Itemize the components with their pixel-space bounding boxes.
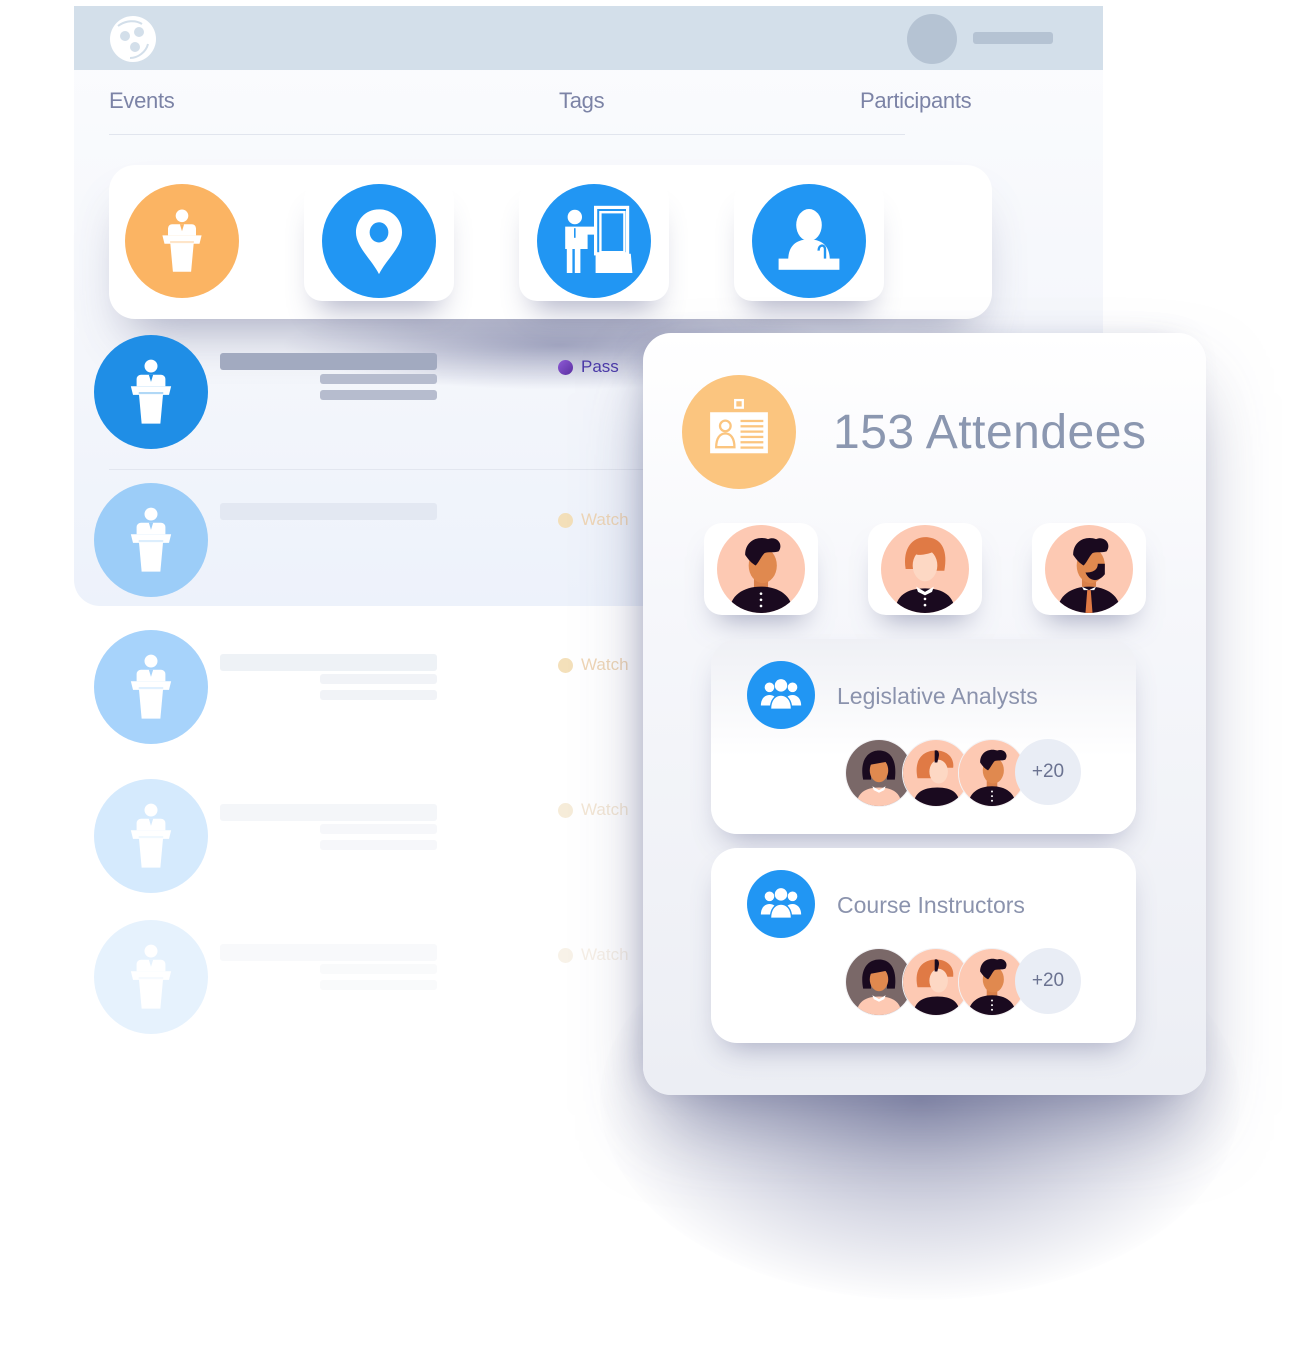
event-meta-placeholder — [320, 980, 437, 990]
status-label: Watch — [581, 945, 629, 964]
event-row-icon[interactable] — [94, 483, 208, 597]
category-desk[interactable] — [734, 181, 884, 301]
status-dot — [558, 657, 573, 673]
man-curly-hair-avatar — [717, 525, 805, 613]
category-location[interactable] — [304, 181, 454, 301]
man-beard-tie-avatar — [1045, 525, 1133, 613]
group-people-icon — [747, 870, 815, 938]
event-row-icon[interactable] — [94, 335, 208, 449]
status-label: Pass — [581, 357, 619, 376]
location-pin-icon — [322, 184, 436, 298]
tab-events[interactable]: Events — [109, 88, 175, 114]
member-avatar-stack[interactable]: +20 — [845, 948, 1085, 1016]
event-title-placeholder — [220, 503, 437, 520]
status-dot — [558, 359, 573, 375]
person-at-desk-microphone-icon — [752, 184, 866, 298]
featured-attendee[interactable] — [704, 523, 818, 615]
more-members-count[interactable]: +20 — [1015, 948, 1081, 1014]
user-avatar[interactable] — [907, 14, 957, 64]
presenter-board-icon — [537, 184, 651, 298]
event-row-icon[interactable] — [94, 920, 208, 1034]
people-circle-logo-icon[interactable] — [108, 14, 158, 64]
event-row-icon[interactable] — [94, 779, 208, 893]
status-badge: Watch — [558, 800, 629, 820]
group-card-legislative-analysts[interactable]: Legislative Analysts +20 — [711, 639, 1136, 834]
event-title-placeholder — [220, 944, 437, 961]
nav-divider — [109, 134, 905, 135]
user-name-placeholder — [973, 32, 1053, 44]
attendees-count-title: 153 Attendees — [833, 406, 1147, 459]
status-label: Watch — [581, 510, 629, 529]
group-people-icon — [747, 661, 815, 729]
status-badge: Watch — [558, 510, 629, 530]
row-divider — [109, 469, 649, 470]
id-badge-icon — [682, 375, 796, 489]
event-meta-placeholder — [320, 674, 437, 684]
woman-red-bob-avatar — [881, 525, 969, 613]
event-meta-placeholder — [320, 840, 437, 850]
podium-speaker-icon — [125, 184, 239, 298]
event-meta-placeholder — [320, 824, 437, 834]
event-meta-placeholder — [320, 690, 437, 700]
status-dot — [558, 947, 573, 963]
status-badge: Pass — [558, 357, 619, 377]
tab-tags[interactable]: Tags — [559, 88, 605, 114]
group-card-course-instructors[interactable]: Course Instructors +20 — [711, 848, 1136, 1043]
event-meta-placeholder — [320, 390, 437, 400]
category-presenter[interactable] — [519, 181, 669, 301]
group-name: Course Instructors — [837, 892, 1025, 918]
status-label: Watch — [581, 800, 629, 819]
event-meta-placeholder — [320, 374, 437, 384]
more-members-count[interactable]: +20 — [1015, 739, 1081, 805]
event-title-placeholder — [220, 804, 437, 821]
event-title-placeholder — [220, 654, 437, 671]
event-row-icon[interactable] — [94, 630, 208, 744]
status-label: Watch — [581, 655, 629, 674]
member-avatar-stack[interactable]: +20 — [845, 739, 1085, 807]
category-podium[interactable] — [125, 184, 239, 298]
event-title-placeholder — [220, 353, 437, 370]
status-dot — [558, 512, 573, 528]
status-badge: Watch — [558, 655, 629, 675]
event-meta-placeholder — [320, 964, 437, 974]
status-badge: Watch — [558, 945, 629, 965]
group-name: Legislative Analysts — [837, 683, 1038, 709]
featured-attendee[interactable] — [1032, 523, 1146, 615]
featured-attendee[interactable] — [868, 523, 982, 615]
status-dot — [558, 802, 573, 818]
tab-participants[interactable]: Participants — [860, 88, 972, 114]
